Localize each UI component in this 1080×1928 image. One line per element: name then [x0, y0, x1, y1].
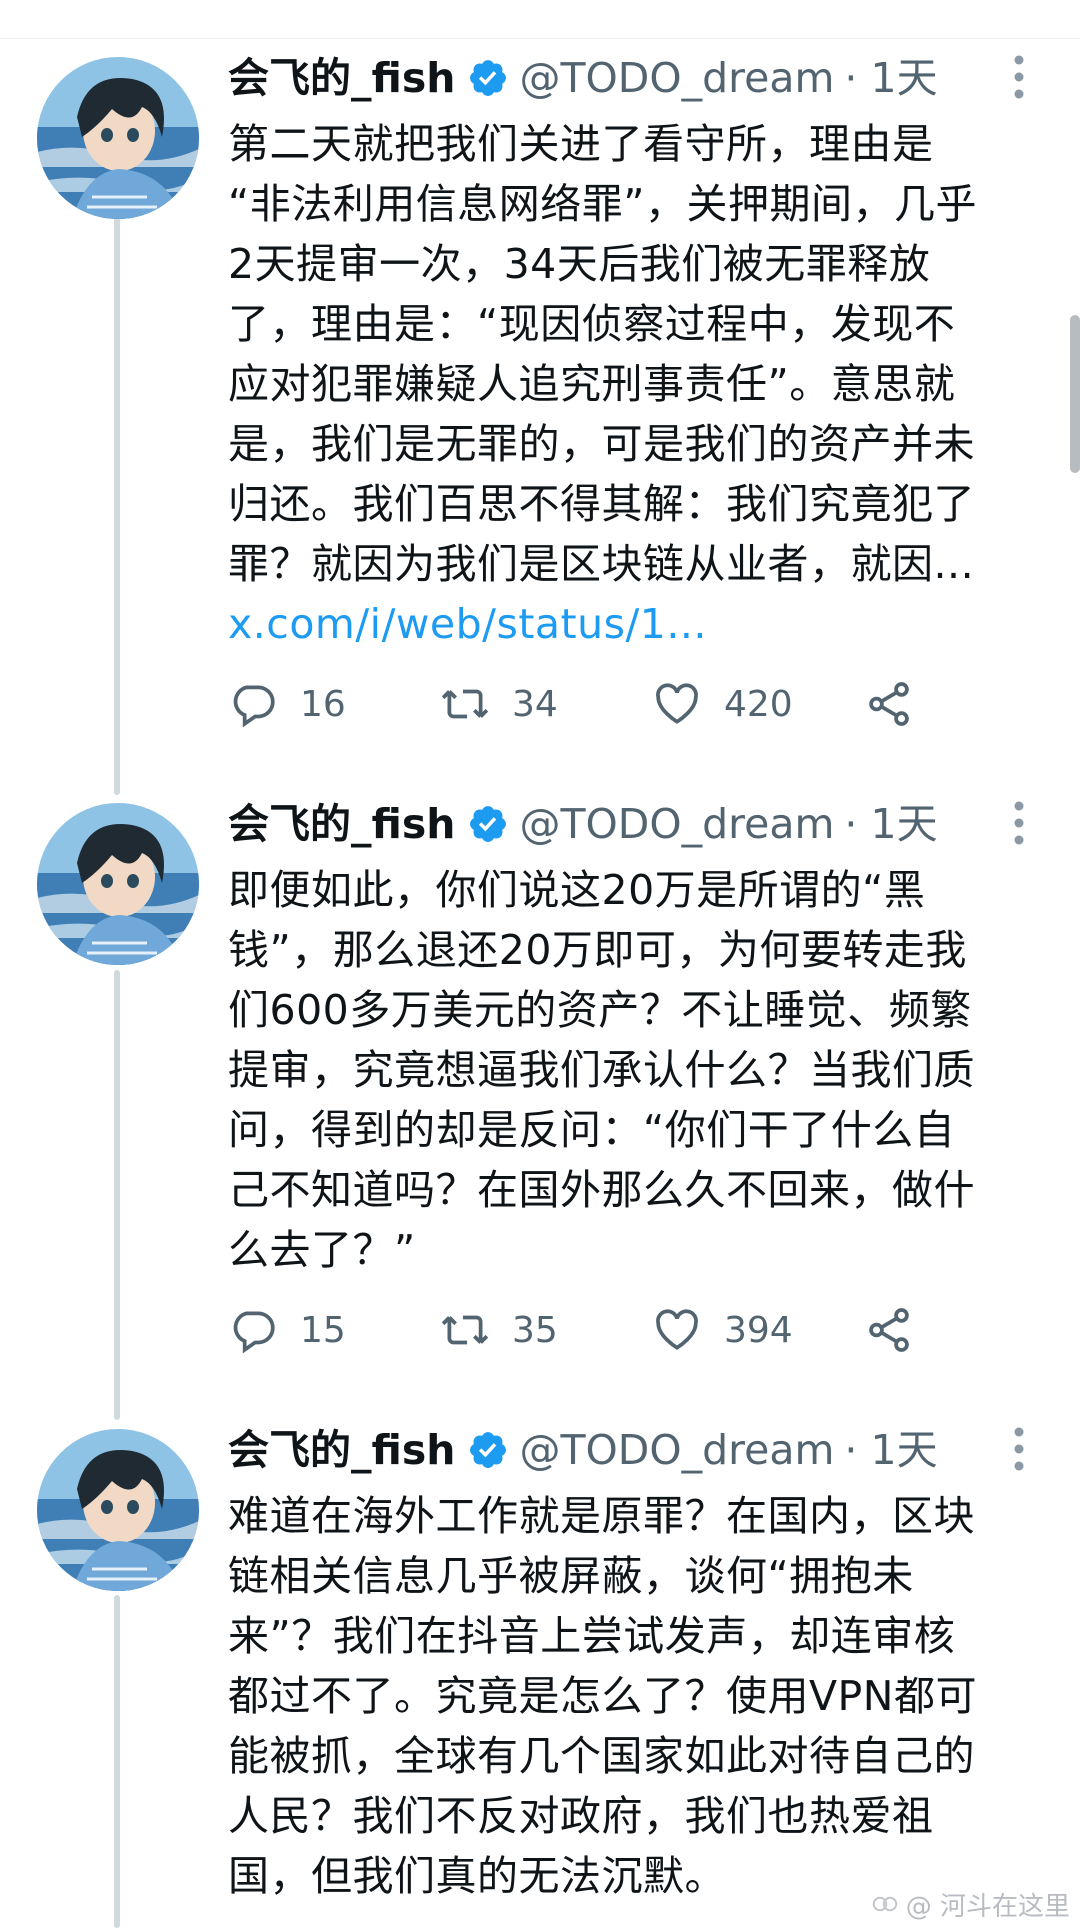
- like-count: 394: [724, 1309, 793, 1351]
- share-button[interactable]: [864, 1300, 936, 1360]
- author-handle[interactable]: @TODO_dream: [519, 48, 834, 108]
- retweet-icon: [441, 1315, 489, 1345]
- tweet-actions: 15 35 394: [228, 1300, 928, 1360]
- tweet-text: 第二天就把我们关进了看守所，理由是 “非法利用信息网络罪”，关押期间，几乎 2天…: [228, 114, 1048, 654]
- reply-icon: [233, 685, 275, 728]
- tweet-header: 会飞的_fish @TODO_dream · 1天: [228, 48, 938, 108]
- tweet[interactable]: 会飞的_fish @TODO_dream · 1天 即便如此，你们说这20万是所…: [0, 784, 1080, 1384]
- verified-badge-icon: [470, 60, 507, 96]
- tweet-text: 难道在海外工作就是原罪？在国内，区块 链相关信息几乎被屏蔽，谈何“拥抱未 来”？…: [228, 1492, 977, 1900]
- reply-count: 16: [300, 683, 346, 725]
- watermark-text: @ 河斗在这里: [905, 1891, 1070, 1922]
- reply-button[interactable]: 15: [228, 1300, 346, 1360]
- watermark-logo-icon: [872, 1896, 897, 1912]
- tweet-text: 即便如此，你们说这20万是所谓的“黑 钱”，那么退还20万即可，为何要转走我 们…: [228, 866, 975, 1274]
- tweet-time: · 1天: [844, 1426, 938, 1474]
- reply-button[interactable]: 16: [228, 674, 346, 734]
- tweet-header: 会飞的_fish @TODO_dream · 1天: [228, 794, 938, 854]
- tweet-time: · 1天: [844, 54, 938, 102]
- reply-count: 15: [300, 1309, 346, 1351]
- watermark: @ 河斗在这里: [870, 1884, 1070, 1924]
- like-button[interactable]: 420: [652, 674, 793, 734]
- author-name[interactable]: 会飞的_fish: [228, 794, 455, 854]
- tweet-header: 会飞的_fish @TODO_dream · 1天: [228, 1420, 938, 1480]
- verified-badge-icon: [470, 806, 507, 842]
- share-icon: [869, 682, 909, 726]
- share-icon: [869, 1308, 909, 1352]
- heart-icon: [656, 1309, 698, 1350]
- tweet[interactable]: 会飞的_fish @TODO_dream · 1天 第二天就把我们关进了看守所，…: [0, 38, 1080, 758]
- more-vertical-icon[interactable]: [1006, 52, 1032, 102]
- retweet-button[interactable]: 34: [440, 674, 558, 734]
- author-name[interactable]: 会飞的_fish: [228, 1420, 455, 1480]
- verified-badge-icon: [470, 1432, 507, 1468]
- tweet-link[interactable]: x.com/i/web/status/1...: [228, 594, 1048, 654]
- more-vertical-icon[interactable]: [1006, 798, 1032, 848]
- avatar[interactable]: [37, 1429, 199, 1591]
- tweet-time: · 1天: [844, 800, 938, 848]
- author-handle[interactable]: @TODO_dream: [519, 1420, 834, 1480]
- like-count: 420: [724, 683, 793, 725]
- author-handle[interactable]: @TODO_dream: [519, 794, 834, 854]
- heart-icon: [656, 683, 698, 724]
- tweet[interactable]: 会飞的_fish @TODO_dream · 1天 难道在海外工作就是原罪？在国…: [0, 1410, 1080, 1928]
- share-button[interactable]: [864, 674, 936, 734]
- reply-icon: [233, 1311, 275, 1354]
- tweet-actions: 16 34 420: [228, 674, 928, 734]
- avatar[interactable]: [37, 57, 199, 219]
- retweet-icon: [441, 689, 489, 719]
- retweet-count: 34: [512, 683, 558, 725]
- avatar[interactable]: [37, 803, 199, 965]
- like-button[interactable]: 394: [652, 1300, 793, 1360]
- retweet-button[interactable]: 35: [440, 1300, 558, 1360]
- author-name[interactable]: 会飞的_fish: [228, 48, 455, 108]
- retweet-count: 35: [512, 1309, 558, 1351]
- tweet-text-content: 第二天就把我们关进了看守所，理由是 “非法利用信息网络罪”，关押期间，几乎 2天…: [228, 120, 977, 588]
- more-vertical-icon[interactable]: [1006, 1424, 1032, 1474]
